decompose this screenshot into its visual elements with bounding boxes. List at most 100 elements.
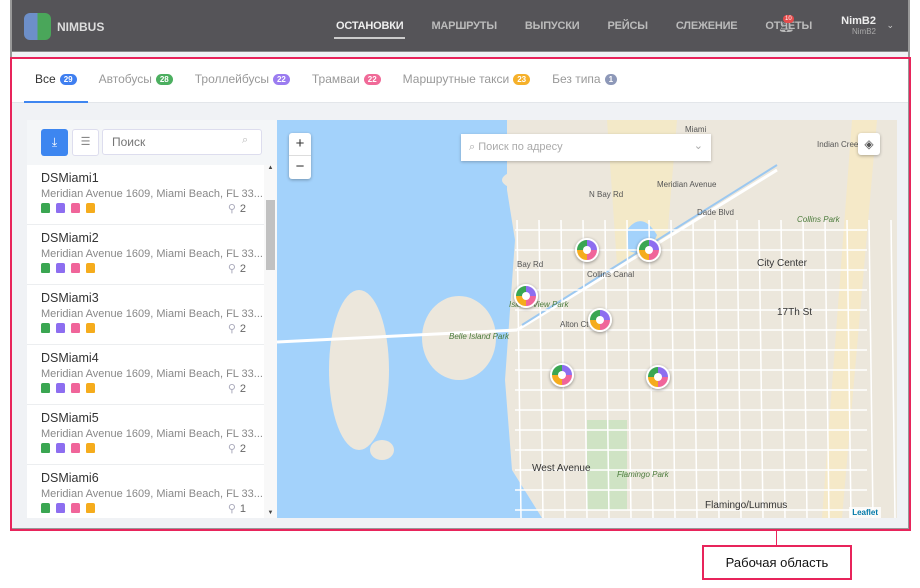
- map-label: Indian Creek: [817, 140, 863, 149]
- stop-marker[interactable]: [646, 365, 670, 389]
- tab-count-badge: 22: [272, 74, 290, 85]
- taxi-icon: [86, 203, 95, 213]
- stop-name: DSMiami6: [41, 471, 99, 485]
- list-item[interactable]: DSMiami5 Meridian Avenue 1609, Miami Beac…: [27, 405, 264, 465]
- bus-icon: [41, 323, 50, 333]
- route-count: 2: [239, 263, 246, 275]
- tab-3[interactable]: Трамваи 22: [301, 58, 392, 103]
- callout-line: [776, 531, 777, 545]
- nav-releases[interactable]: ВЫПУСКИ: [511, 0, 594, 52]
- tram-icon: [71, 203, 80, 213]
- stop-marker[interactable]: [514, 284, 538, 308]
- nav-routes[interactable]: МАРШРУТЫ: [417, 0, 510, 52]
- tab-label: Трамваи: [311, 72, 360, 86]
- attribution-link[interactable]: Leaflet: [849, 507, 881, 518]
- user-sub: NimB2: [851, 27, 876, 36]
- taxi-icon: [86, 383, 95, 393]
- list-item[interactable]: DSMiami2 Meridian Avenue 1609, Miami Beac…: [27, 225, 264, 285]
- tab-count-badge: 29: [59, 74, 77, 85]
- map-label: West Avenue: [532, 463, 591, 474]
- route-icon: ⚲: [227, 263, 236, 275]
- notification-badge: 10: [783, 15, 794, 23]
- tram-icon: [71, 503, 80, 513]
- tram-icon: [71, 263, 80, 273]
- tab-2[interactable]: Троллейбусы 22: [184, 58, 301, 103]
- route-count: 2: [239, 323, 246, 335]
- stop-marker[interactable]: [588, 308, 612, 332]
- scrollbar-thumb[interactable]: [266, 200, 275, 270]
- map-label: Belle Island Park: [449, 332, 510, 341]
- tab-label: Маршрутные такси: [402, 72, 510, 86]
- workspace-callout: Рабочая область: [702, 545, 852, 580]
- taxi-icon: [86, 503, 95, 513]
- list-view-button[interactable]: ☰: [72, 129, 99, 156]
- map-label: Meridian Avenue: [657, 180, 717, 189]
- search-icon: ⌕: [242, 134, 249, 146]
- list-item[interactable]: DSMiami4 Meridian Avenue 1609, Miami Beac…: [27, 345, 264, 405]
- map[interactable]: City Center West Avenue Flamingo/Lummus 17T…: [277, 120, 897, 518]
- stops-panel: ⤓ ☰ ⌕ DSMiami1 Meridian Avenue 1609, Miam…: [27, 120, 277, 518]
- stop-marker[interactable]: [575, 238, 599, 262]
- bell-icon[interactable]: 🔔︎ 10: [778, 15, 795, 33]
- brand-name: NIMBUS: [57, 20, 105, 34]
- nav-trips[interactable]: РЕЙСЫ: [594, 0, 662, 52]
- tab-label: Все: [35, 72, 56, 86]
- taxi-icon: [86, 443, 95, 453]
- map-label: Collins Park: [797, 215, 840, 224]
- map-label: Collins Canal: [587, 270, 635, 279]
- route-count: 2: [239, 443, 246, 455]
- tab-count-badge: 22: [363, 74, 381, 85]
- stop-name: DSMiami5: [41, 411, 99, 425]
- bus-icon: [41, 263, 50, 273]
- chevron-down-icon[interactable]: ⌄: [886, 20, 894, 31]
- stop-name: DSMiami3: [41, 291, 99, 305]
- list-item[interactable]: DSMiami6 Meridian Avenue 1609, Miami Beac…: [27, 465, 264, 518]
- trolleybus-icon: [56, 443, 65, 453]
- stop-name: DSMiami1: [41, 171, 99, 185]
- stop-name: DSMiami4: [41, 351, 99, 365]
- scrollbar[interactable]: ▲ ▼: [264, 165, 277, 518]
- map-label: Alton Ct: [560, 320, 589, 329]
- trolleybus-icon: [56, 203, 65, 213]
- chevron-down-icon: ⌄: [693, 140, 703, 152]
- trolleybus-icon: [56, 263, 65, 273]
- stop-marker[interactable]: [637, 238, 661, 262]
- taxi-icon: [86, 263, 95, 273]
- tab-4[interactable]: Маршрутные такси 23: [392, 58, 541, 103]
- route-icon: ⚲: [227, 503, 236, 515]
- tab-0[interactable]: Все 29: [24, 58, 88, 103]
- route-icon: ⚲: [227, 443, 236, 455]
- top-navbar: NIMBUS ОСТАНОВКИ МАРШРУТЫ ВЫПУСКИ РЕЙСЫ …: [12, 0, 908, 52]
- stop-address: Meridian Avenue 1609, Miami Beach, FL 33…: [41, 428, 263, 440]
- address-search[interactable]: ⌕ Поиск по адресу ⌄: [461, 134, 711, 161]
- tab-5[interactable]: Без типа 1: [541, 58, 628, 103]
- nav-stops[interactable]: ОСТАНОВКИ: [322, 0, 417, 52]
- import-button[interactable]: ⤓: [41, 129, 68, 156]
- nav-tracking[interactable]: СЛЕЖЕНИЕ: [662, 0, 752, 52]
- tab-label: Автобусы: [98, 72, 152, 86]
- tab-label: Троллейбусы: [194, 72, 269, 86]
- stop-address: Meridian Avenue 1609, Miami Beach, FL 33…: [41, 188, 263, 200]
- user-menu[interactable]: NimB2 NimB2: [841, 15, 876, 36]
- map-label: Flamingo Park: [617, 470, 669, 479]
- list-item[interactable]: DSMiami1 Meridian Avenue 1609, Miami Beac…: [27, 165, 264, 225]
- list-item[interactable]: DSMiami3 Meridian Avenue 1609, Miami Beac…: [27, 285, 264, 345]
- route-count: 2: [239, 203, 246, 215]
- map-label: Bay Rd: [517, 260, 544, 269]
- route-count: 1: [239, 503, 246, 515]
- map-label: 17Th St: [777, 307, 813, 318]
- layers-icon[interactable]: ◈: [858, 133, 880, 155]
- map-label: N Bay Rd: [589, 190, 624, 199]
- tab-count-badge: 23: [513, 74, 531, 85]
- nimbus-logo[interactable]: [24, 13, 51, 40]
- tab-1[interactable]: Автобусы 28: [88, 58, 184, 103]
- tab-label: Без типа: [552, 72, 601, 86]
- map-label: Miami: [685, 125, 707, 134]
- search-input[interactable]: [102, 129, 262, 155]
- zoom-out-button[interactable]: −: [289, 156, 311, 178]
- trolleybus-icon: [56, 323, 65, 333]
- zoom-in-button[interactable]: +: [289, 133, 311, 156]
- route-count: 2: [239, 383, 246, 395]
- stop-type-tabs: Все 29 Автобусы 28 Троллейбусы 22 Трамваи 22 Мар…: [12, 58, 908, 103]
- stop-marker[interactable]: [550, 363, 574, 387]
